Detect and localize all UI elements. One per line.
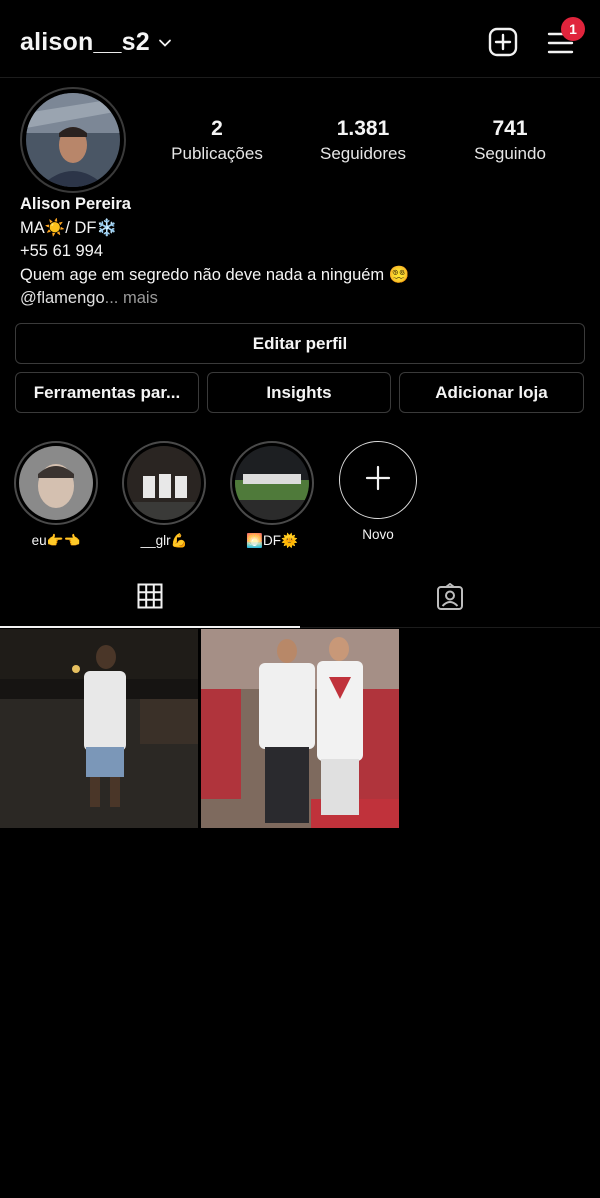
post-thumbnail[interactable] [0, 629, 198, 828]
bio-link-line: @flamengo... mais [20, 287, 580, 311]
highlight-cover [19, 446, 93, 520]
tab-tagged[interactable] [300, 570, 600, 628]
followers-count[interactable]: 1.381 Seguidores [293, 116, 433, 164]
stat-label: Seguindo [474, 144, 546, 163]
top-bar: alison__s2 1 [0, 0, 600, 78]
new-highlight-ring [339, 441, 417, 519]
edit-profile-button[interactable]: Editar perfil [15, 323, 585, 364]
avatar-photo [26, 93, 120, 187]
stat-value: 2 [211, 117, 223, 140]
chevron-down-icon [158, 36, 172, 50]
profile-avatar[interactable] [20, 87, 126, 193]
new-highlight-button[interactable]: Novo [336, 441, 420, 542]
bio-mention-link[interactable]: @flamengo [20, 289, 105, 307]
highlight-cover-ring [122, 441, 206, 525]
following-count[interactable]: 741 Seguindo [440, 116, 580, 164]
bio-phone: +55 61 994 [20, 242, 104, 260]
full-name: Alison Pereira [20, 195, 131, 213]
stat-label: Publicações [171, 144, 263, 163]
highlight-label: Novo [362, 527, 394, 542]
professional-tools-button[interactable]: Ferramentas par... [15, 372, 199, 413]
add-shop-button[interactable]: Adicionar loja [399, 372, 584, 413]
highlight-cover [235, 446, 309, 520]
post-thumbnail[interactable] [201, 629, 399, 828]
highlight-item[interactable]: eu👉👈 [14, 441, 98, 549]
add-post-icon[interactable] [485, 24, 521, 60]
stat-value: 1.381 [336, 117, 390, 140]
stat-value: 741 [492, 117, 528, 140]
highlight-item[interactable]: __glr💪 [122, 441, 206, 549]
posts-count[interactable]: 2 Publicações [147, 116, 287, 164]
grid-icon [137, 583, 163, 614]
insights-button[interactable]: Insights [207, 372, 391, 413]
highlight-cover-ring [14, 441, 98, 525]
highlight-cover [127, 446, 201, 520]
account-switcher[interactable]: alison__s2 [20, 28, 172, 57]
profile-bio: Alison Pereira MA☀️/ DF❄️ +55 61 994 Que… [20, 193, 580, 311]
tagged-icon [436, 582, 464, 616]
highlight-label: 🌅DF🌞 [246, 533, 298, 548]
highlight-label: __glr💪 [140, 533, 188, 548]
bio-location: MA☀️/ DF❄️ [20, 218, 118, 237]
highlight-cover-ring [230, 441, 314, 525]
bio-more-link[interactable]: ... mais [105, 289, 158, 307]
plus-icon [365, 465, 391, 496]
notification-badge: 1 [561, 17, 585, 41]
username: alison__s2 [20, 28, 150, 56]
tab-posts-grid[interactable] [0, 570, 300, 628]
bio-quote: Quem age em segredo não deve nada a ning… [20, 265, 410, 284]
stat-label: Seguidores [319, 144, 406, 163]
profile-tabs [0, 570, 600, 628]
highlight-label: eu👉👈 [31, 533, 81, 548]
highlight-item[interactable]: 🌅DF🌞 [230, 441, 314, 549]
